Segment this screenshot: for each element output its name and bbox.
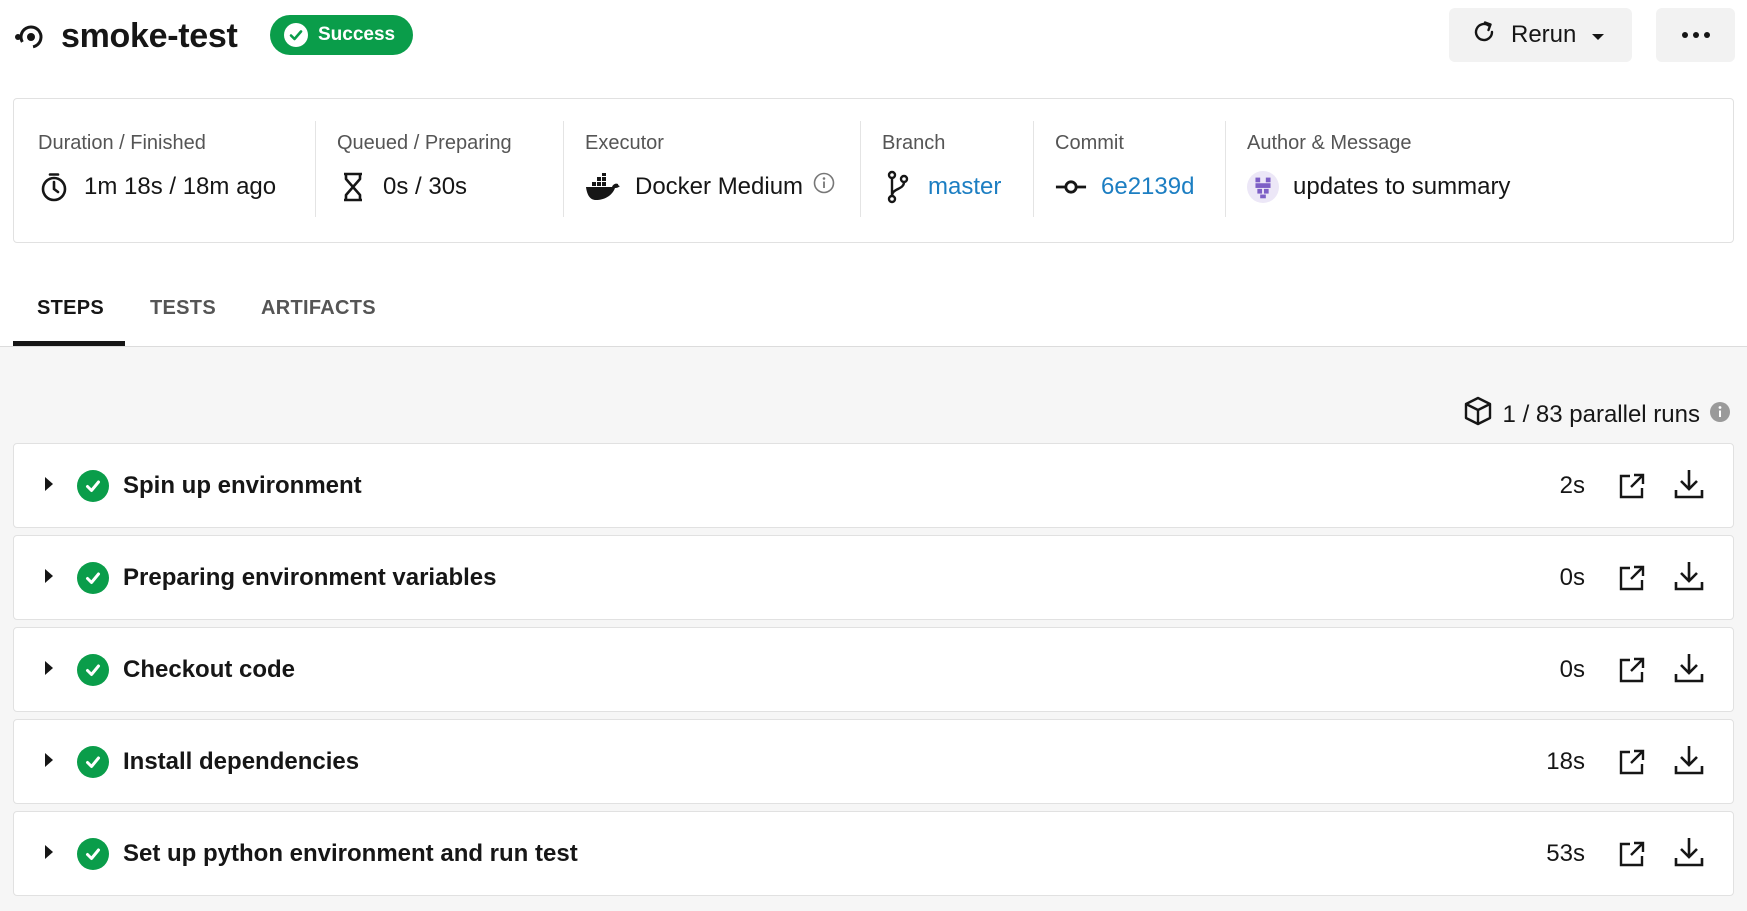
branch-label: Branch (882, 132, 946, 154)
branch-icon (882, 170, 914, 204)
commit-link[interactable]: 6e2139d (1101, 172, 1194, 202)
step-row[interactable]: Spin up environment 2s (13, 443, 1734, 528)
commit-message: updates to summary (1293, 173, 1511, 200)
step-duration: 2s (1559, 472, 1585, 499)
info-icon[interactable] (1710, 401, 1730, 429)
tab-artifacts[interactable]: ARTIFACTS (261, 296, 376, 320)
download-icon[interactable] (1673, 652, 1705, 684)
more-horizontal-icon (1681, 26, 1711, 44)
queued-label: Queued / Preparing (337, 132, 512, 154)
branch-link[interactable]: master (928, 172, 1001, 202)
step-name: Preparing environment variables (123, 564, 497, 591)
duration-cell: Duration / Finished 1m 18s / 18m ago (38, 99, 328, 244)
commit-label: Commit (1055, 132, 1124, 154)
page-title: smoke-test (61, 17, 238, 55)
expand-caret-icon[interactable] (45, 845, 53, 859)
expand-caret-icon[interactable] (45, 753, 53, 767)
page-header: smoke-test Success Rerun (0, 0, 1747, 80)
more-options-button[interactable] (1656, 8, 1735, 62)
open-external-icon[interactable] (1617, 839, 1647, 869)
refresh-icon (1471, 19, 1497, 52)
active-tab-indicator (13, 341, 125, 346)
download-icon[interactable] (1673, 744, 1705, 776)
hourglass-icon (337, 171, 369, 203)
step-duration: 0s (1559, 656, 1585, 683)
author-cell: Author & Message updates to summary (1225, 99, 1625, 244)
executor-label: Executor (585, 132, 664, 154)
rerun-label: Rerun (1511, 21, 1577, 48)
step-row[interactable]: Preparing environment variables 0s (13, 535, 1734, 620)
tab-bar: STEPS TESTS ARTIFACTS (0, 270, 1747, 347)
success-check-icon (77, 654, 109, 686)
duration-label: Duration / Finished (38, 132, 206, 154)
expand-caret-icon[interactable] (45, 569, 53, 583)
success-check-icon (77, 562, 109, 594)
step-row[interactable]: Set up python environment and run test 5… (13, 811, 1734, 896)
stopwatch-icon (38, 171, 70, 203)
step-duration: 53s (1546, 840, 1585, 867)
commit-icon (1055, 171, 1087, 203)
step-name: Spin up environment (123, 472, 362, 499)
queued-value: 0s / 30s (383, 173, 468, 200)
step-row[interactable]: Install dependencies 18s (13, 719, 1734, 804)
info-icon[interactable] (813, 172, 835, 202)
open-external-icon[interactable] (1617, 563, 1647, 593)
expand-caret-icon[interactable] (45, 661, 53, 675)
docker-icon (585, 171, 621, 203)
tab-tests[interactable]: TESTS (150, 296, 216, 320)
download-icon[interactable] (1673, 468, 1705, 500)
download-icon[interactable] (1673, 836, 1705, 868)
step-duration: 0s (1559, 564, 1585, 591)
step-duration: 18s (1546, 748, 1585, 775)
tab-steps[interactable]: STEPS (37, 296, 104, 320)
branch-cell: Branch master (860, 99, 1050, 244)
avatar (1247, 171, 1279, 203)
check-icon (284, 23, 308, 47)
executor-cell: Executor Docker Medium (563, 99, 859, 244)
job-summary-card: Duration / Finished 1m 18s / 18m ago Que… (13, 98, 1734, 243)
caret-down-icon (1590, 21, 1606, 49)
step-name: Set up python environment and run test (123, 840, 578, 867)
commit-cell: Commit 6e2139d (1033, 99, 1223, 244)
step-row[interactable]: Checkout code 0s (13, 627, 1734, 712)
author-label: Author & Message (1247, 132, 1412, 154)
open-external-icon[interactable] (1617, 655, 1647, 685)
step-name: Install dependencies (123, 748, 360, 775)
duration-value: 1m 18s / 18m ago (84, 173, 277, 200)
success-check-icon (77, 470, 109, 502)
status-badge-label: Success (318, 24, 396, 45)
box-icon (1463, 396, 1493, 433)
status-badge: Success (270, 15, 414, 55)
step-name: Checkout code (123, 656, 296, 683)
queued-cell: Queued / Preparing 0s / 30s (315, 99, 575, 244)
expand-caret-icon[interactable] (45, 477, 53, 491)
parallel-runs-label: 1 / 83 parallel runs (1502, 400, 1700, 428)
executor-value: Docker Medium (635, 173, 804, 200)
success-check-icon (77, 746, 109, 778)
parallel-runs-selector[interactable]: 1 / 83 parallel runs (1463, 396, 1730, 433)
open-external-icon[interactable] (1617, 471, 1647, 501)
rerun-button[interactable]: Rerun (1449, 8, 1632, 62)
open-external-icon[interactable] (1617, 747, 1647, 777)
job-icon (14, 22, 44, 52)
download-icon[interactable] (1673, 560, 1705, 592)
success-check-icon (77, 838, 109, 870)
